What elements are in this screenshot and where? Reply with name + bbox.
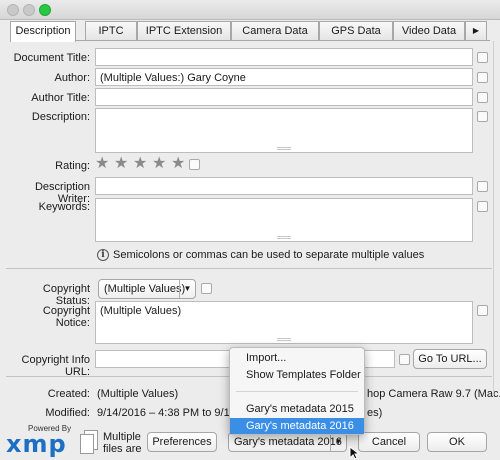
star-icon[interactable]: ★ <box>171 156 185 172</box>
copyright-notice-value: (Multiple Values) <box>100 305 182 317</box>
rating-label: Rating: <box>55 160 90 172</box>
section-divider <box>6 268 492 269</box>
menu-item-show-templates-folder[interactable]: Show Templates Folder <box>230 367 364 383</box>
template-select-value: Gary's metadata 2016 <box>234 436 342 448</box>
modified-label: Modified: <box>45 407 90 419</box>
window-title-bar <box>0 0 500 20</box>
keywords-field[interactable] <box>95 198 473 242</box>
copyright-status-label: Copyright Status: <box>42 283 90 307</box>
copyright-notice-label: Copyright Notice: <box>42 305 90 329</box>
rating-stars: ★ ★ ★ ★ ★ <box>95 156 205 172</box>
keywords-label: Keywords: <box>38 201 90 213</box>
menu-item-template-2016[interactable]: Gary's metadata 2016 <box>230 418 364 434</box>
description-checkbox[interactable] <box>477 111 488 122</box>
multiple-files-note-line2: files are <box>103 443 142 455</box>
star-icon[interactable]: ★ <box>133 156 147 172</box>
menu-separator <box>236 391 358 392</box>
resize-handle-icon[interactable] <box>277 236 291 239</box>
modified-value: 9/14/2016 – 4:38 PM to 9/15/ <box>97 407 239 419</box>
xmp-logo: Powered By xmp <box>6 424 76 458</box>
author-title-checkbox[interactable] <box>477 92 488 103</box>
description-writer-checkbox[interactable] <box>477 181 488 192</box>
resize-handle-icon[interactable] <box>277 338 291 341</box>
chevron-down-icon: ▼ <box>330 433 346 451</box>
document-title-label: Document Title: <box>13 52 90 64</box>
copyright-info-url-label: Copyright Info URL: <box>21 354 90 378</box>
tab-gps-data[interactable]: GPS Data <box>319 21 393 41</box>
created-value: (Multiple Values) <box>97 388 179 400</box>
preferences-button[interactable]: Preferences <box>147 432 217 452</box>
created-label: Created: <box>47 388 90 400</box>
zoom-window-button[interactable] <box>39 4 51 16</box>
star-icon[interactable]: ★ <box>114 156 128 172</box>
tab-overflow-arrow-icon[interactable]: ▶ <box>465 21 487 41</box>
document-title-checkbox[interactable] <box>477 52 488 63</box>
mouse-pointer-icon <box>349 446 360 460</box>
scrollbar[interactable] <box>492 41 500 401</box>
chevron-down-icon: ▼ <box>179 280 195 298</box>
resize-handle-icon[interactable] <box>277 147 291 150</box>
tab-iptc[interactable]: IPTC <box>85 21 137 41</box>
minimize-window-button[interactable] <box>23 4 35 16</box>
go-to-url-button[interactable]: Go To URL... <box>413 349 487 369</box>
description-label: Description: <box>31 111 90 123</box>
star-icon[interactable]: ★ <box>95 156 109 172</box>
document-title-field[interactable] <box>95 48 473 66</box>
rating-checkbox[interactable] <box>189 159 200 170</box>
menu-item-template-2015[interactable]: Gary's metadata 2015 <box>230 401 364 417</box>
copyright-status-select[interactable]: (Multiple Values) ▼ <box>98 279 196 299</box>
star-icon[interactable]: ★ <box>152 156 166 172</box>
multiple-files-icon <box>80 430 100 456</box>
tab-bar: Description IPTC IPTC Extension Camera D… <box>10 21 490 42</box>
author-field[interactable]: (Multiple Values:) Gary Coyne <box>95 68 473 86</box>
template-select[interactable]: Gary's metadata 2016 ▼ <box>228 432 347 452</box>
tab-pane-border <box>10 40 490 41</box>
copyright-info-url-checkbox[interactable] <box>399 354 410 365</box>
application-value: hop Camera Raw 9.7 (Mac... <box>367 388 500 400</box>
author-label: Author: <box>54 72 90 84</box>
menu-item-import[interactable]: Import... <box>230 350 364 366</box>
description-field[interactable] <box>95 108 473 153</box>
cancel-button[interactable]: Cancel <box>358 432 420 452</box>
keywords-hint: Semicolons or commas can be used to sepa… <box>113 249 425 261</box>
author-title-field[interactable] <box>95 88 473 106</box>
keywords-checkbox[interactable] <box>477 201 488 212</box>
author-checkbox[interactable] <box>477 72 488 83</box>
info-icon: i <box>97 249 109 261</box>
tab-camera-data[interactable]: Camera Data <box>231 21 319 41</box>
copyright-status-value: (Multiple Values) <box>104 283 186 295</box>
tab-iptc-extension[interactable]: IPTC Extension <box>137 21 231 41</box>
format-value: es) <box>367 407 383 419</box>
multiple-files-note-line1: Multiple <box>103 431 141 443</box>
author-title-label: Author Title: <box>31 92 90 104</box>
tab-description[interactable]: Description <box>10 21 76 42</box>
description-writer-field[interactable] <box>95 177 473 195</box>
template-dropdown-menu: Import... Show Templates Folder Gary's m… <box>229 347 365 435</box>
ok-button[interactable]: OK <box>427 432 487 452</box>
copyright-notice-field[interactable]: (Multiple Values) <box>95 301 473 344</box>
copyright-status-checkbox[interactable] <box>201 283 212 294</box>
copyright-notice-checkbox[interactable] <box>477 305 488 316</box>
xmp-logo-text: xmp <box>6 430 67 458</box>
tab-video-data[interactable]: Video Data <box>393 21 465 41</box>
close-window-button[interactable] <box>7 4 19 16</box>
